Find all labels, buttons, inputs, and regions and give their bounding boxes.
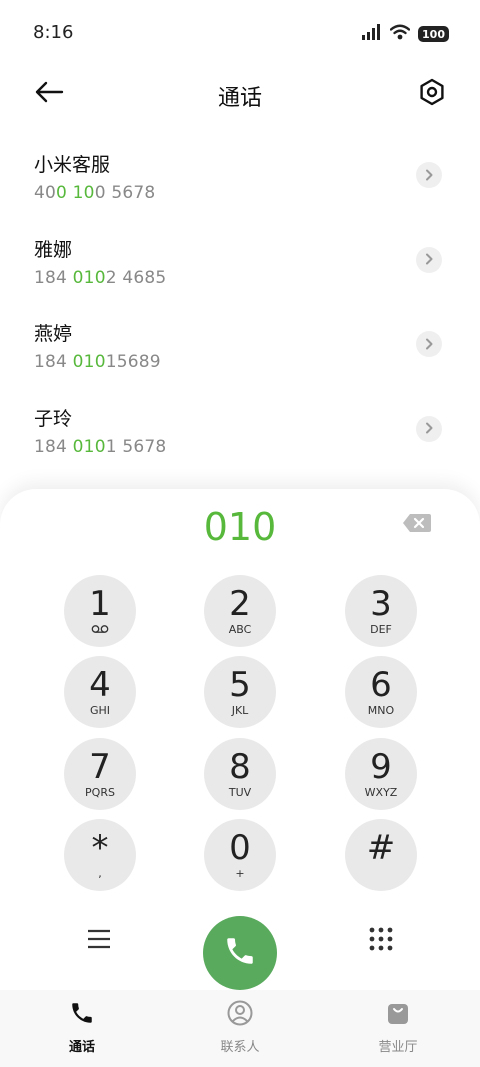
dialpad-grid-icon <box>369 927 393 955</box>
contact-number: 184 0101 5678 <box>34 436 167 457</box>
key-7[interactable]: 7 PQRS <box>64 738 136 810</box>
person-icon <box>227 1000 253 1030</box>
status-time: 8:16 <box>33 22 74 43</box>
signal-icon <box>362 24 382 44</box>
contact-row[interactable]: 小米客服 400 100 5678 <box>0 134 480 219</box>
page-title: 通话 <box>217 86 262 111</box>
backspace-icon <box>402 513 432 537</box>
tab-label: 联系人 <box>220 1040 260 1055</box>
key-9[interactable]: 9 WXYZ <box>345 738 417 810</box>
menu-icon <box>87 929 111 953</box>
contact-number: 184 01015689 <box>34 352 161 372</box>
chevron-right-icon <box>424 335 434 354</box>
chevron-right-icon <box>424 166 434 185</box>
contact-detail-button[interactable] <box>416 415 442 442</box>
back-arrow-icon <box>34 81 64 107</box>
contact-detail-button[interactable] <box>416 246 442 273</box>
key-hash[interactable]: # <box>345 819 417 891</box>
contact-list: 小米客服 400 100 5678 雅娜 184 0102 4685 燕婷 18… <box>0 134 480 472</box>
key-3[interactable]: 3 DEF <box>345 575 417 647</box>
top-bar: 通话 <box>0 66 480 122</box>
contact-row[interactable]: 燕婷 184 01015689 <box>0 303 480 388</box>
phone-icon <box>223 934 257 972</box>
contact-row[interactable]: 雅娜 184 0102 4685 <box>0 219 480 304</box>
chevron-right-icon <box>424 419 434 438</box>
key-1[interactable]: 1 <box>64 575 136 647</box>
call-button[interactable] <box>203 916 277 990</box>
chevron-right-icon <box>424 250 434 269</box>
contact-detail-button[interactable] <box>416 162 442 188</box>
phone-icon <box>69 1000 95 1030</box>
tab-calls[interactable]: 通话 <box>22 1000 142 1055</box>
backspace-button[interactable] <box>400 513 434 537</box>
key-2[interactable]: 2 ABC <box>204 575 276 647</box>
key-8[interactable]: 8 TUV <box>204 738 276 810</box>
voicemail-icon <box>91 624 109 636</box>
settings-button[interactable] <box>416 78 448 110</box>
keypad-toggle-button[interactable] <box>362 922 400 960</box>
contact-name: 雅娜 <box>34 238 73 261</box>
matched-digits: 010 <box>72 352 106 372</box>
bottom-tab-bar: 通话 联系人 营业厅 <box>0 990 480 1067</box>
status-bar: 8:16 100 <box>0 0 480 66</box>
shopping-bag-icon <box>385 1000 411 1030</box>
key-4[interactable]: 4 GHI <box>64 656 136 728</box>
back-button[interactable] <box>30 78 68 110</box>
tab-contacts[interactable]: 联系人 <box>180 1000 300 1055</box>
key-0[interactable]: 0 + <box>204 819 276 891</box>
tab-label: 营业厅 <box>378 1040 418 1055</box>
contact-detail-button[interactable] <box>416 331 442 357</box>
contact-name: 燕婷 <box>34 323 73 345</box>
menu-button[interactable] <box>80 922 118 960</box>
settings-icon <box>418 78 446 110</box>
matched-digits: 0 10 <box>56 183 95 203</box>
contact-number: 400 100 5678 <box>34 183 156 203</box>
tab-service-hall[interactable]: 营业厅 <box>338 1000 458 1055</box>
matched-digits: 010 <box>72 267 106 288</box>
wifi-icon <box>389 24 411 44</box>
contact-number: 184 0102 4685 <box>34 267 167 288</box>
key-6[interactable]: 6 MNO <box>345 656 417 728</box>
contact-name: 小米客服 <box>34 154 111 176</box>
contact-row[interactable]: 子玲 184 0101 5678 <box>0 388 480 473</box>
key-star[interactable]: * , <box>64 819 136 891</box>
battery-icon: 100 <box>418 26 449 42</box>
status-icons: 100 <box>362 24 449 44</box>
tab-label: 通话 <box>68 1040 95 1055</box>
matched-digits: 010 <box>72 436 106 457</box>
key-5[interactable]: 5 JKL <box>204 656 276 728</box>
contact-name: 子玲 <box>34 407 73 430</box>
